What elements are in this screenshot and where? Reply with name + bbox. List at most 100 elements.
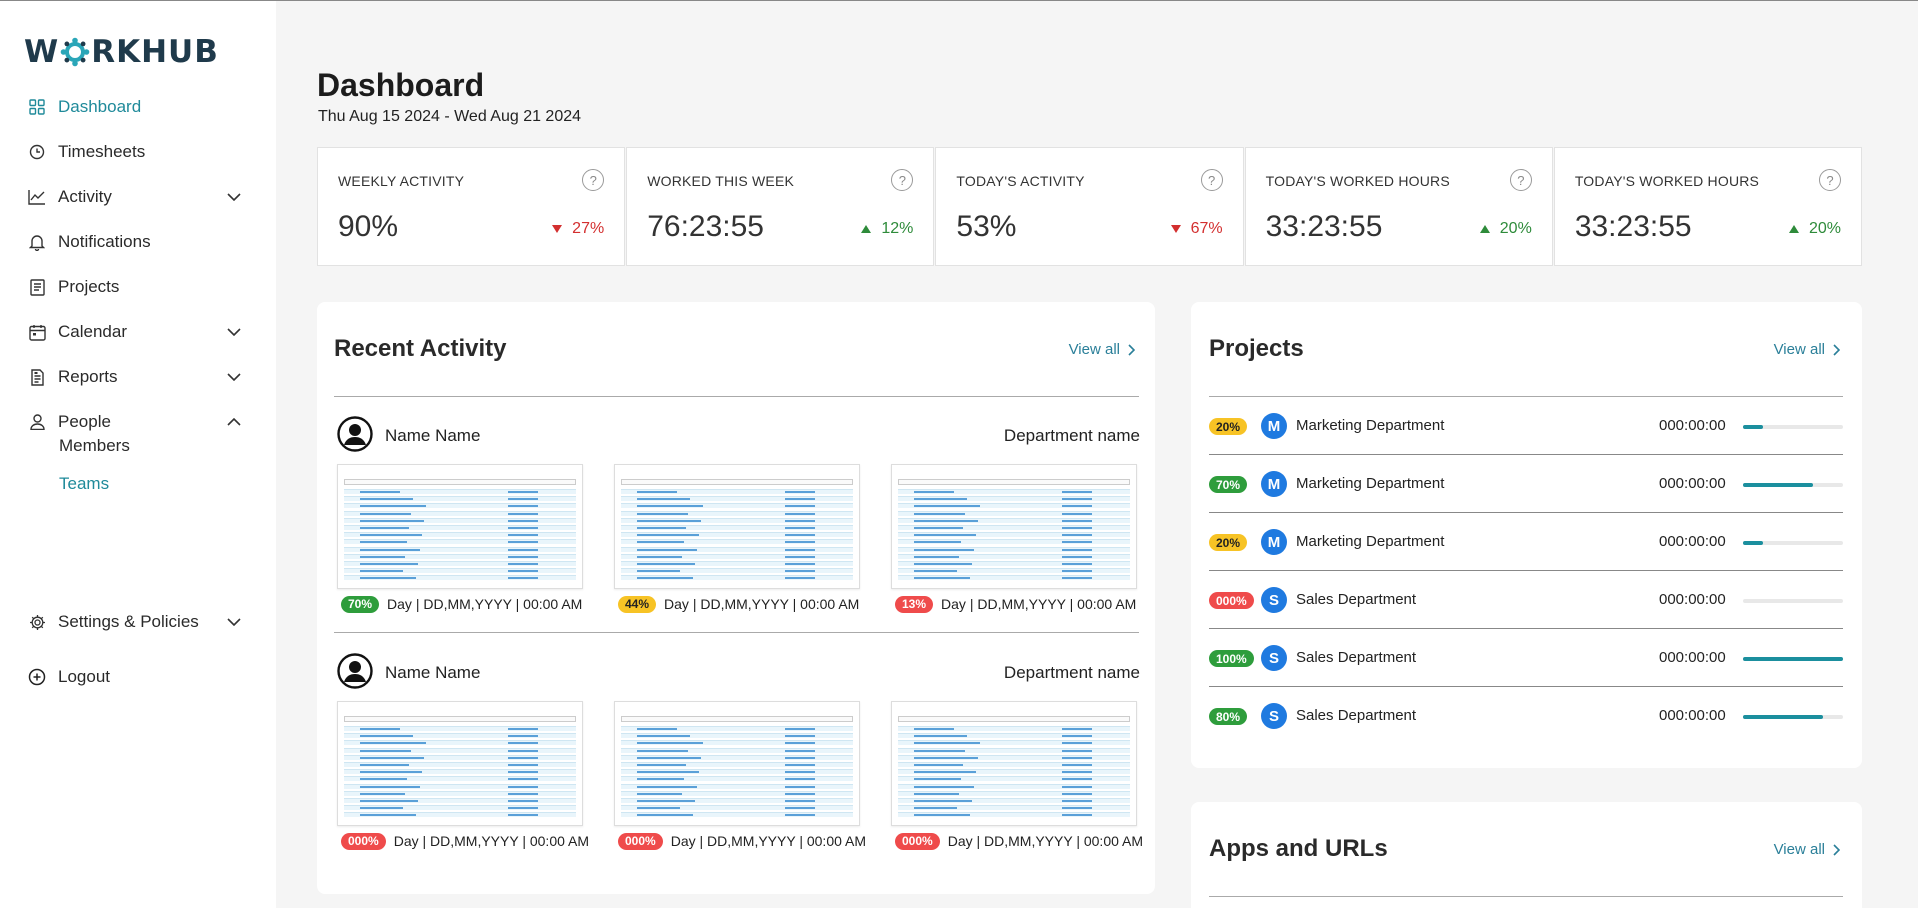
thumbnail-link <box>1062 555 1092 558</box>
activity-screenshot[interactable] <box>614 701 860 826</box>
thumbnail-link <box>1062 505 1092 508</box>
help-icon[interactable]: ? <box>891 169 914 191</box>
thumbnail-link <box>360 512 411 515</box>
thumbnail-link <box>508 527 538 529</box>
apps-urls-view-all[interactable]: View all <box>1774 841 1840 858</box>
chevron-up-icon[interactable] <box>226 414 242 430</box>
thumbnail-link <box>785 548 815 551</box>
thumbnail-link <box>914 792 959 795</box>
recent-activity-view-all[interactable]: View all <box>1069 341 1135 358</box>
project-name: Marketing Department <box>1296 475 1445 492</box>
project-progress-bar <box>1743 483 1843 487</box>
thumbnail-link <box>637 505 703 508</box>
sidebar-item-reports[interactable]: Reports <box>0 355 276 399</box>
thumbnail-link <box>785 756 815 759</box>
project-row[interactable]: 70% M Marketing Department 000:00:00 <box>1209 455 1843 513</box>
activity-screenshot[interactable] <box>891 701 1137 826</box>
thumbnail-link <box>914 728 954 730</box>
sidebar-item-people[interactable]: People <box>0 400 276 444</box>
view-all-label: View all <box>1068 341 1120 358</box>
sidebar-subitem-members[interactable]: Members <box>59 436 130 456</box>
trend-up-icon <box>1479 225 1490 233</box>
chevron-down-icon[interactable] <box>226 369 242 385</box>
sidebar-item-activity[interactable]: Activity <box>0 175 276 219</box>
thumbnail-link <box>508 577 538 580</box>
stat-delta: 20% <box>1479 220 1532 238</box>
thumbnail-link <box>360 728 400 730</box>
apps-urls-card: Apps and URLs View all <box>1191 802 1862 908</box>
thumbnail-link <box>785 527 815 529</box>
thumbnail-link <box>508 742 538 745</box>
help-icon[interactable]: ? <box>582 169 605 191</box>
divider <box>1209 896 1843 897</box>
sidebar-item-logout[interactable]: Logout <box>0 655 276 699</box>
thumbnail-link <box>785 570 815 573</box>
stat-delta-value: 20% <box>1808 220 1842 237</box>
chevron-right-icon <box>1833 343 1840 356</box>
thumbnail-link <box>360 735 413 738</box>
project-row[interactable]: 000% S Sales Department 000:00:00 <box>1209 571 1843 629</box>
activity-badge: 000% <box>895 832 940 850</box>
screenshot-meta: 000% Day | DD,MM,YYYY | 00:00 AM <box>341 832 589 850</box>
thumbnail-link <box>914 807 957 810</box>
date-range[interactable]: Thu Aug 15 2024 - Wed Aug 21 2024 <box>318 108 581 126</box>
thumbnail-link <box>1062 756 1092 759</box>
thumbnail-link <box>508 778 538 781</box>
thumbnail-link <box>360 756 424 759</box>
workhub-logo[interactable]: W RKHUB <box>24 34 219 70</box>
person-name[interactable]: Name Name <box>385 663 480 683</box>
projects-view-all[interactable]: View all <box>1774 341 1840 358</box>
thumbnail-link <box>360 800 418 802</box>
project-progress-bar <box>1743 715 1843 719</box>
sidebar-item-timesheets[interactable]: Timesheets <box>0 130 276 174</box>
thumbnail-link <box>508 491 538 493</box>
activity-badge: 000% <box>618 832 663 850</box>
chevron-down-icon[interactable] <box>226 189 242 205</box>
sidebar-item-settings[interactable]: Settings & Policies <box>0 600 276 644</box>
help-icon[interactable]: ? <box>1819 169 1842 191</box>
project-row[interactable]: 80% S Sales Department 000:00:00 <box>1209 687 1843 745</box>
stat-value: 33:23:55 <box>1265 210 1383 243</box>
project-row[interactable]: 20% M Marketing Department 000:00:00 <box>1209 513 1843 571</box>
activity-person-row[interactable]: Name Name Department name <box>334 416 1140 456</box>
help-icon[interactable]: ? <box>1509 169 1532 191</box>
sidebar-item-notifications[interactable]: Notifications <box>0 220 276 264</box>
activity-screenshot[interactable] <box>337 701 583 826</box>
thumbnail-link <box>785 541 815 544</box>
thumbnail-link <box>360 792 405 795</box>
view-all-label: View all <box>1773 341 1825 358</box>
sidebar-item-label: Notifications <box>58 232 151 251</box>
stat-card-todays-activity: TODAY'S ACTIVITY ? 53% 67% <box>935 147 1244 266</box>
project-time: 000:00:00 <box>1659 649 1726 666</box>
stat-value: 90% <box>338 210 399 243</box>
activity-badge: 70% <box>341 595 380 613</box>
activity-screenshot[interactable] <box>614 464 860 589</box>
thumbnail-link <box>360 807 403 810</box>
chevron-down-icon[interactable] <box>226 614 242 630</box>
thumbnail-link <box>1062 563 1092 565</box>
activity-screenshot[interactable] <box>337 464 583 589</box>
thumbnail-link <box>785 742 815 745</box>
project-avatar: M <box>1261 471 1287 497</box>
sidebar-item-dashboard[interactable]: Dashboard <box>0 85 276 129</box>
thumbnail-link <box>1062 498 1092 501</box>
activity-person-row[interactable]: Name Name Department name <box>334 653 1140 693</box>
help-icon[interactable]: ? <box>1200 169 1223 191</box>
thumbnail-link <box>508 771 538 774</box>
stat-card-todays-worked-hours: TODAY'S WORKED HOURS ? 33:23:55 20% <box>1244 147 1553 266</box>
calendar-icon <box>28 323 46 341</box>
sidebar-item-label: Logout <box>58 667 110 686</box>
chevron-down-icon[interactable] <box>226 324 242 340</box>
project-row[interactable]: 20% M Marketing Department 000:00:00 <box>1209 397 1843 455</box>
thumbnail-link <box>637 756 701 759</box>
sidebar-item-projects[interactable]: Projects <box>0 265 276 309</box>
thumbnail-link <box>914 785 974 788</box>
thumbnail-link <box>914 771 976 774</box>
activity-screenshot[interactable] <box>891 464 1137 589</box>
project-row[interactable]: 100% S Sales Department 000:00:00 <box>1209 629 1843 687</box>
person-name[interactable]: Name Name <box>385 426 480 446</box>
logo-text-left: W <box>24 34 60 70</box>
sidebar-subitem-teams[interactable]: Teams <box>59 474 109 494</box>
thumbnail-link <box>508 749 538 752</box>
sidebar-item-calendar[interactable]: Calendar <box>0 310 276 354</box>
